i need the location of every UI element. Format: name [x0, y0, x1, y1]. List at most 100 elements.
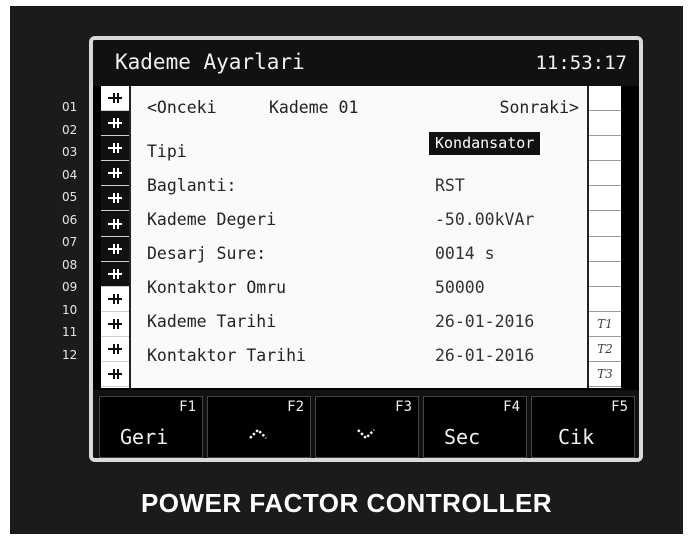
field-row-type[interactable]: Tipi Kondansator: [147, 132, 581, 168]
channel-number: 06: [62, 212, 78, 227]
capacitor-icon: [108, 218, 122, 229]
step-indicator-on: [101, 111, 129, 137]
marker-cell: [589, 186, 621, 212]
key-number: F4: [503, 399, 520, 415]
step-indicator-on: [101, 236, 129, 262]
channel-number: 03: [62, 145, 78, 159]
step-indicator-on: [101, 211, 129, 237]
field-value: 26-01-2016: [435, 312, 535, 331]
step-indicator-off: [101, 312, 129, 337]
step-navigation: <Onceki Kademe 01 Sonraki>: [141, 98, 581, 122]
key-number: F5: [611, 399, 628, 415]
channel-number-column: 01 02 03 04 05 06 07 08 09 10 11 12: [62, 96, 92, 366]
key-number: F2: [287, 399, 304, 415]
channel-number: 01: [62, 100, 78, 114]
key-label: Sec: [444, 425, 481, 449]
step-indicator-off: [101, 86, 129, 112]
capacitor-icon: [108, 343, 122, 354]
step-indicator-on: [101, 261, 129, 287]
marker-cell: T2: [589, 337, 621, 363]
marker-cell: [589, 211, 621, 237]
marker-cell: [589, 111, 621, 137]
capacitor-icon: [108, 143, 122, 154]
field-row-discharge-time[interactable]: Desarj Sure: 0014 s: [147, 244, 581, 270]
clock: 11:53:17: [535, 52, 627, 74]
field-row-step-value[interactable]: Kademe Degeri -50.00kVAr: [147, 210, 581, 236]
field-label: Kontaktor Tarihi: [147, 346, 306, 365]
field-value-selected[interactable]: Kondansator: [429, 132, 541, 155]
key-number: F3: [395, 399, 412, 415]
capacitor-icon: [108, 318, 122, 329]
step-indicator-on: [101, 161, 129, 187]
field-label: Desarj Sure:: [147, 244, 267, 263]
channel-number: 08: [62, 257, 78, 272]
capacitor-icon: [108, 268, 122, 279]
marker-cell: [589, 161, 621, 187]
field-value: RST: [435, 176, 465, 195]
next-step-link[interactable]: Sonraki>: [500, 98, 579, 117]
field-label: Tipi: [147, 142, 187, 161]
lcd-screen: Kademe Ayarlari 11:53:17 <Onceki Kademe …: [89, 36, 643, 462]
function-key-bar: F1 Geri F2 F3 F4 Sec F5 Cik: [93, 390, 639, 458]
field-value: -50.00kVAr: [435, 210, 535, 229]
screen-title: Kademe Ayarlari: [115, 50, 305, 74]
step-indicator-on: [101, 136, 129, 162]
f3-down-button[interactable]: F3: [315, 396, 419, 458]
channel-number: 11: [62, 325, 78, 339]
capacitor-icon: [108, 93, 122, 104]
f1-back-button[interactable]: F1 Geri: [99, 396, 203, 458]
capacitor-icon: [108, 369, 122, 380]
field-label: Baglanti:: [147, 176, 237, 195]
marker-cell: T3: [589, 362, 621, 388]
key-number: F1: [179, 399, 196, 415]
field-label: Kademe Degeri: [147, 210, 277, 229]
marker-cell: [589, 237, 621, 262]
channel-number: 04: [62, 167, 78, 182]
channel-number: 09: [62, 280, 78, 294]
down-arrow-icon: [357, 429, 375, 440]
step-indicator-off: [101, 287, 129, 312]
device-label: POWER FACTOR CONTROLLER: [140, 488, 553, 518]
step-indicator-off: [101, 362, 129, 388]
key-label: Cik: [558, 425, 595, 449]
field-label: Kademe Tarihi: [147, 312, 277, 331]
capacitor-icon: [108, 118, 122, 129]
field-row-contactor-date[interactable]: Kontaktor Tarihi 26-01-2016: [147, 346, 581, 372]
channel-number: 12: [62, 347, 78, 362]
field-row-step-date[interactable]: Kademe Tarihi 26-01-2016: [147, 312, 581, 338]
marker-cell: [589, 86, 621, 112]
f5-exit-button[interactable]: F5 Cik: [531, 396, 635, 458]
channel-number: 10: [62, 302, 78, 317]
step-indicator-on: [101, 186, 129, 212]
field-row-contactor-life[interactable]: Kontaktor Omru 50000: [147, 278, 581, 304]
field-value: 26-01-2016: [435, 346, 535, 365]
current-step-label: Kademe 01: [269, 98, 359, 117]
channel-number: 02: [62, 122, 78, 137]
up-arrow-icon: [249, 428, 267, 439]
marker-cell: [589, 136, 621, 162]
marker-cell: [589, 262, 621, 287]
f2-up-button[interactable]: F2: [207, 396, 311, 458]
marker-cell: T1: [589, 312, 621, 337]
f4-select-button[interactable]: F4 Sec: [423, 396, 527, 458]
field-row-connection[interactable]: Baglanti: RST: [147, 176, 581, 202]
step-indicator-off: [101, 337, 129, 363]
capacitor-icon: [108, 193, 122, 204]
field-label: Kontaktor Omru: [147, 278, 287, 297]
screen-header: Kademe Ayarlari 11:53:17: [93, 40, 639, 86]
capacitor-icon: [108, 243, 122, 254]
settings-panel: <Onceki Kademe 01 Sonraki> Tipi Kondansa…: [101, 86, 621, 388]
channel-number: 05: [62, 190, 78, 204]
key-label: Geri: [120, 425, 169, 449]
step-status-column: [101, 86, 131, 388]
field-value: 50000: [435, 278, 485, 297]
controller-device: 01 02 03 04 05 06 07 08 09 10 11 12 Kade…: [10, 6, 683, 534]
capacitor-icon: [108, 168, 122, 179]
marker-column: T1 T2 T3: [587, 86, 621, 388]
capacitor-icon: [108, 293, 122, 304]
field-value: 0014 s: [435, 244, 495, 263]
previous-step-link[interactable]: <Onceki: [147, 98, 217, 117]
channel-number: 07: [62, 235, 78, 249]
marker-cell: [589, 287, 621, 312]
settings-content: <Onceki Kademe 01 Sonraki> Tipi Kondansa…: [141, 86, 581, 388]
